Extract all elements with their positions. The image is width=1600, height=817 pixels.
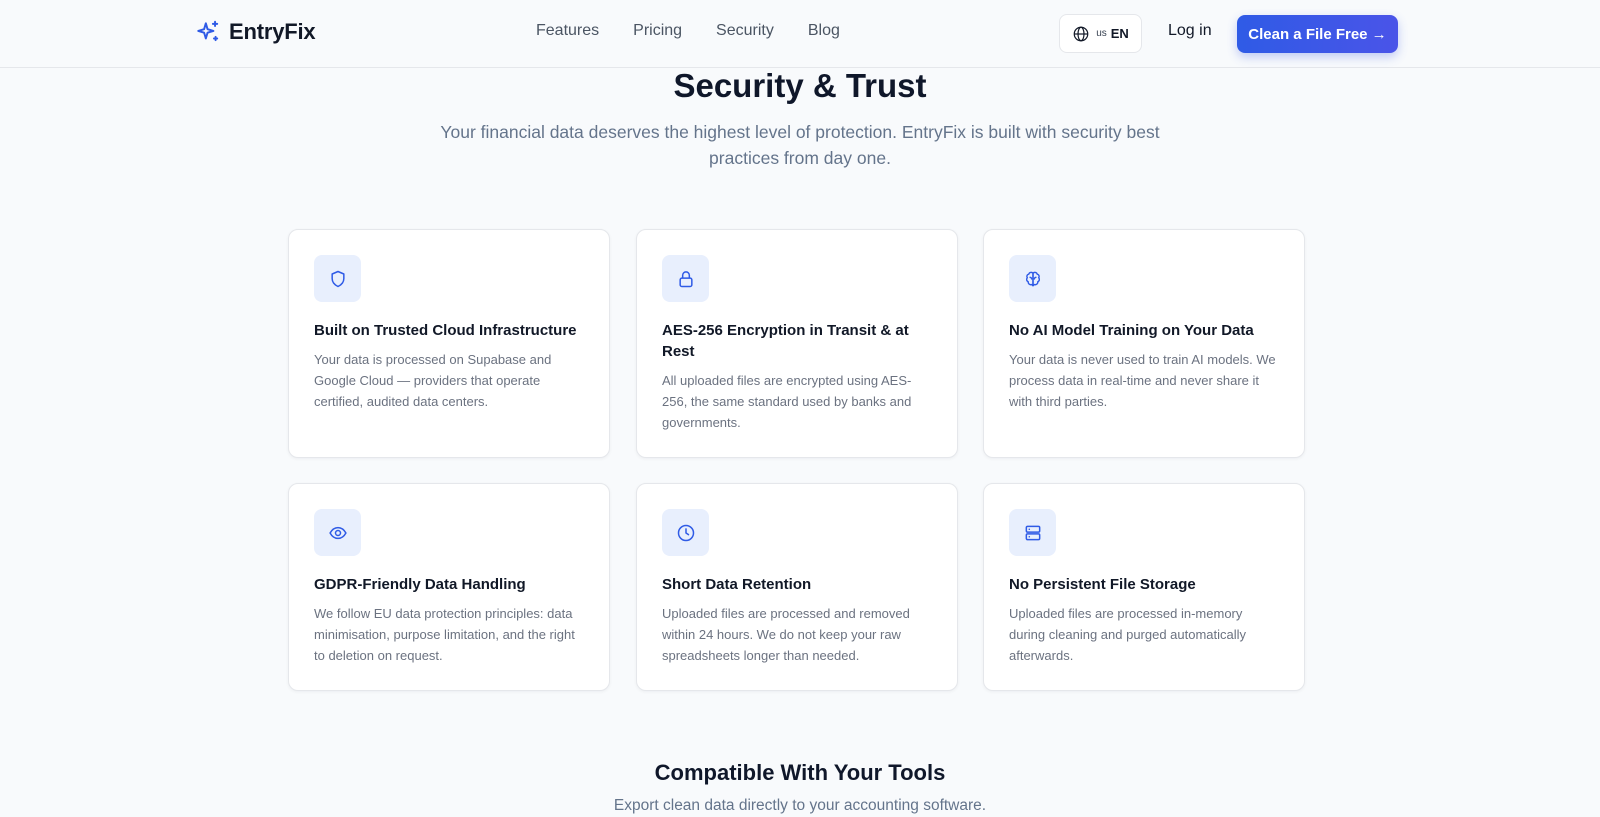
card-title: No AI Model Training on Your Data [1009,322,1254,339]
brand-name: EntryFix [229,19,316,44]
card-title: Built on Trusted Cloud Infrastructure [314,322,577,339]
compatible-section-title: Compatible With Your Tools [654,760,946,785]
card-description: Your data is never used to train AI mode… [1009,352,1276,409]
nav-blog[interactable]: Blog [808,22,840,40]
site-header: EntryFix Features Pricing Security Blog … [0,0,1600,68]
language-code: EN [1110,26,1129,41]
sparkle-icon [197,20,219,42]
card-description: We follow EU data protection principles:… [314,606,575,663]
compatible-section-subtitle: Export clean data directly to your accou… [613,797,987,814]
card-description: Your data is processed on Supabase and G… [314,352,552,409]
card-title: No Persistent File Storage [1009,576,1196,593]
brand-logo[interactable]: EntryFix [195,19,316,45]
card-description: Uploaded files are processed and removed… [662,606,910,663]
lock-icon [678,270,693,287]
page-title: Security & Trust [673,67,927,104]
card-icon-box [314,509,361,556]
feature-card-infrastructure: Built on Trusted Cloud Infrastructure Yo… [288,229,610,458]
language-selector[interactable]: us EN [1059,14,1142,53]
card-title: AES-256 Encryption in Transit & at Rest [662,322,909,360]
feature-card-gdpr: GDPR-Friendly Data Handling We follow EU… [288,483,610,691]
feature-card-no-ai-training: No AI Model Training on Your Data Your d… [983,229,1305,458]
feature-card-retention: Short Data Retention Uploaded files are … [636,483,958,691]
nav-pricing[interactable]: Pricing [633,22,682,40]
card-title: GDPR-Friendly Data Handling [314,576,526,593]
shield-icon [330,270,345,287]
card-title: Short Data Retention [662,576,812,593]
nav-security[interactable]: Security [716,22,774,40]
card-icon-box [1009,255,1056,302]
nav-features[interactable]: Features [536,22,599,40]
card-icon-box [314,255,361,302]
feature-card-no-storage: No Persistent File Storage Uploaded file… [983,483,1305,691]
card-description: Uploaded files are processed in-memory d… [1009,606,1247,663]
login-link[interactable]: Log in [1168,22,1212,40]
language-flag: us [1096,28,1107,39]
feature-card-encryption: AES-256 Encryption in Transit & at Rest … [636,229,958,458]
eye-icon [328,526,347,539]
card-description: All uploaded files are encrypted using A… [662,373,912,430]
server-icon [1025,525,1040,540]
clock-icon [677,524,694,541]
main-nav: Features Pricing Security Blog [536,22,840,40]
card-icon-box [662,509,709,556]
globe-icon [1073,26,1089,41]
clean-file-free-button[interactable]: Clean a File Free → [1237,15,1398,53]
page-subtitle: Your financial data deserves the highest… [440,122,1160,168]
card-icon-box [1009,509,1056,556]
card-icon-box [662,255,709,302]
brain-icon [1025,271,1040,286]
